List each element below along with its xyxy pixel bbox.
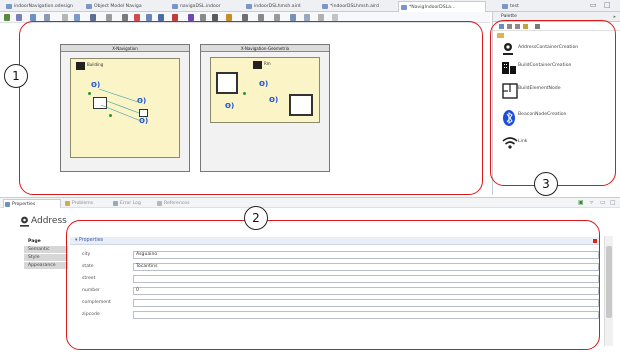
grid-icon[interactable] xyxy=(304,14,310,21)
export-icon[interactable] xyxy=(332,14,338,21)
highlight-region-diagram xyxy=(19,21,483,195)
annotation-callout-1: 1 xyxy=(4,64,28,88)
pin-icon[interactable] xyxy=(122,14,128,21)
view-menu-icon[interactable]: ▿ xyxy=(590,199,593,206)
file-icon xyxy=(502,4,508,9)
auto-size-icon[interactable] xyxy=(290,14,296,21)
maximize-icon[interactable]: □ xyxy=(604,1,611,9)
line-color-icon[interactable] xyxy=(242,14,248,21)
properties-side-tabs: Page Semantic Style Appearance xyxy=(24,238,68,270)
side-tab-page[interactable]: Page xyxy=(24,238,68,246)
editor-tab[interactable]: Object Model Naviga xyxy=(84,1,164,12)
model-file-icon xyxy=(86,4,92,9)
select-all-icon[interactable] xyxy=(62,14,68,21)
tab-references[interactable]: References xyxy=(156,199,206,208)
side-tab-style[interactable]: Style xyxy=(24,254,68,262)
model-file-icon xyxy=(172,4,178,9)
editor-tab[interactable]: navigaDSL.indoor xyxy=(170,1,236,12)
properties-title: Address xyxy=(31,216,67,226)
tab-error-log[interactable]: Error Log xyxy=(112,199,154,208)
view-tab-bar: Properties Problems Error Log References xyxy=(0,197,620,208)
zoom-icon[interactable] xyxy=(106,14,112,21)
odesign-file-icon xyxy=(6,4,12,9)
tab-properties[interactable]: Properties xyxy=(3,199,61,208)
side-tab-semantic[interactable]: Semantic xyxy=(24,246,68,254)
layers-icon[interactable] xyxy=(16,14,22,21)
editor-tab[interactable]: indoorDSLhmsh.aird xyxy=(244,1,314,12)
palette-collapse-icon[interactable]: ▸ xyxy=(613,12,616,22)
side-tab-appearance[interactable]: Appearance xyxy=(24,262,68,270)
filter-icon[interactable] xyxy=(30,14,36,21)
references-icon xyxy=(157,201,162,206)
editor-tab-active[interactable]: *NavigIndoorDSLa... xyxy=(398,1,486,12)
scrollbar-thumb[interactable] xyxy=(606,246,612,318)
align-icon[interactable] xyxy=(90,14,96,21)
editor-tab[interactable]: *indoorDSLhmsh.aird xyxy=(320,1,394,12)
italic-icon[interactable] xyxy=(200,14,206,21)
font-color-icon[interactable] xyxy=(212,14,218,21)
show-icon[interactable] xyxy=(146,14,152,21)
editor-tab[interactable]: test xyxy=(500,1,542,12)
properties-scrollbar[interactable] xyxy=(604,236,613,346)
minimize-icon[interactable]: ▭ xyxy=(590,1,597,9)
palette-title: Palette xyxy=(501,14,517,19)
problems-icon xyxy=(65,201,70,206)
aird-file-icon xyxy=(246,4,252,9)
fill-color-icon[interactable] xyxy=(226,14,232,21)
diagram-file-icon xyxy=(401,5,407,10)
arrow-style-icon[interactable] xyxy=(274,14,280,21)
pin-view-icon[interactable]: ▣ xyxy=(578,199,584,206)
remove-icon[interactable] xyxy=(172,14,178,21)
delete-icon[interactable] xyxy=(134,14,140,21)
annotation-callout-2: 2 xyxy=(244,206,268,230)
aird-file-icon xyxy=(322,4,328,9)
line-style-icon[interactable] xyxy=(258,14,264,21)
editor-tab-bar: indoorNavigation.odesign Object Model Na… xyxy=(0,0,620,12)
highlight-region-properties xyxy=(66,220,600,350)
highlight-region-palette xyxy=(490,20,616,186)
properties-icon xyxy=(5,202,10,207)
annotation-callout-3: 3 xyxy=(534,172,558,196)
location-pin-icon xyxy=(20,216,29,227)
refresh-icon[interactable] xyxy=(4,14,10,21)
tab-problems[interactable]: Problems xyxy=(64,199,110,208)
arrange-icon[interactable] xyxy=(74,14,80,21)
editor-tab[interactable]: indoorNavigation.odesign xyxy=(4,1,76,12)
hide-icon[interactable] xyxy=(158,14,164,21)
bold-icon[interactable] xyxy=(188,14,194,21)
minimize-view-icon[interactable]: ▭ xyxy=(600,199,606,206)
layout-icon[interactable] xyxy=(44,14,50,21)
snap-icon[interactable] xyxy=(318,14,324,21)
maximize-view-icon[interactable]: □ xyxy=(610,199,616,206)
error-log-icon xyxy=(113,201,118,206)
